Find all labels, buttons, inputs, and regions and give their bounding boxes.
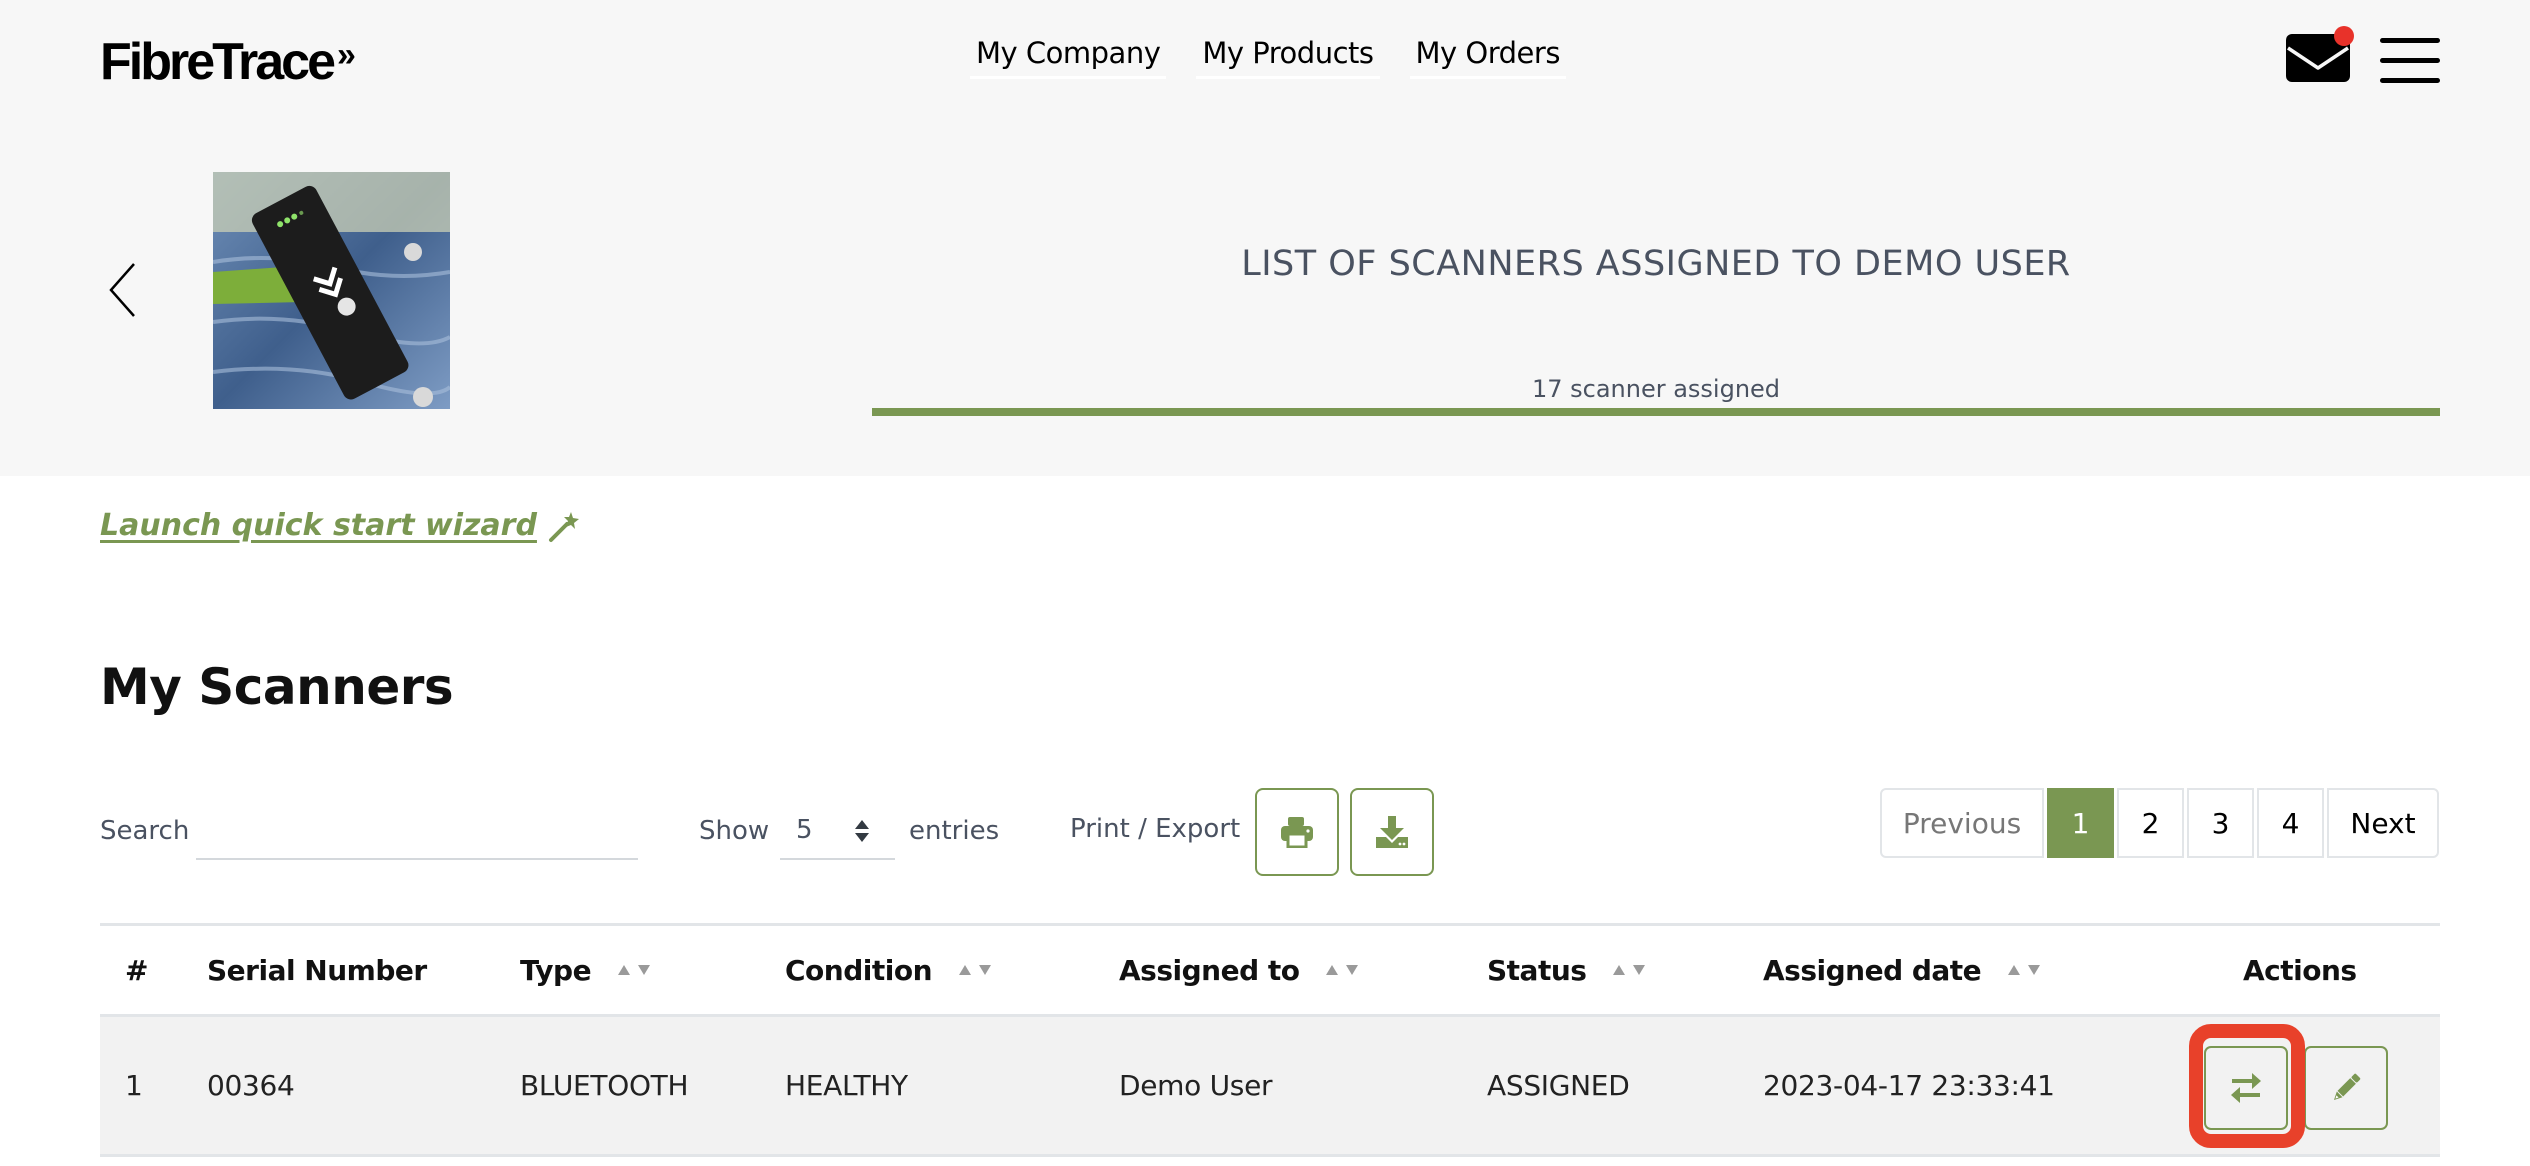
sort-asc-icon bbox=[1613, 965, 1626, 975]
column-label: Type bbox=[520, 953, 592, 987]
sort-asc-icon bbox=[959, 965, 972, 975]
transfer-arrows-icon bbox=[2231, 1073, 2261, 1103]
pencil-icon bbox=[2333, 1073, 2361, 1101]
pagination-previous[interactable]: Previous bbox=[1880, 788, 2044, 858]
search-input[interactable] bbox=[196, 802, 638, 860]
entries-per-page-select[interactable]: 5 bbox=[780, 802, 895, 860]
logo-text: FibreTrace bbox=[100, 33, 336, 91]
scanners-table: # Serial Number Type Condition Assigned … bbox=[100, 923, 2440, 1157]
pagination-page-4[interactable]: 4 bbox=[2257, 788, 2324, 858]
assigned-count: 17 scanner assigned bbox=[1531, 375, 1781, 403]
carousel-prev-button[interactable] bbox=[108, 262, 138, 318]
progress-fill bbox=[872, 408, 2440, 416]
wizard-link-label: Launch quick start wizard bbox=[100, 508, 537, 543]
table-row: 1 00364 BLUETOOTH HEALTHY Demo User ASSI… bbox=[100, 1017, 2440, 1157]
column-header-actions: Actions bbox=[2243, 926, 2357, 1014]
sort-arrows-icon[interactable] bbox=[1612, 964, 1646, 976]
sort-desc-icon bbox=[638, 965, 651, 975]
sort-arrows-icon[interactable] bbox=[958, 964, 992, 976]
scanner-photo-illustration bbox=[213, 172, 450, 409]
chevron-left-icon bbox=[109, 263, 135, 317]
nav-my-products[interactable]: My Products bbox=[1196, 36, 1380, 79]
search-label: Search bbox=[100, 816, 190, 846]
sort-asc-icon bbox=[618, 965, 631, 975]
cell-type: BLUETOOTH bbox=[520, 1069, 689, 1102]
column-label: Condition bbox=[785, 953, 933, 987]
select-up-down-icon bbox=[855, 820, 869, 842]
column-label: Assigned to bbox=[1119, 953, 1300, 987]
pagination-page-3[interactable]: 3 bbox=[2187, 788, 2254, 858]
nav-my-orders[interactable]: My Orders bbox=[1409, 36, 1566, 79]
scanner-image bbox=[213, 172, 450, 409]
column-header-type[interactable]: Type bbox=[520, 926, 651, 1014]
hamburger-menu-icon-bar bbox=[2380, 78, 2440, 83]
column-label: Assigned date bbox=[1763, 953, 1982, 987]
hamburger-menu-icon-bar bbox=[2380, 58, 2440, 63]
column-header-index: # bbox=[125, 926, 148, 1014]
column-label: Status bbox=[1487, 953, 1587, 987]
sort-desc-icon bbox=[1633, 965, 1646, 975]
top-nav: My Company My Products My Orders bbox=[970, 36, 1566, 79]
fibretrace-logo[interactable]: FibreTrace » bbox=[100, 33, 356, 91]
sort-asc-icon bbox=[1326, 965, 1339, 975]
column-header-assigned-to[interactable]: Assigned to bbox=[1119, 926, 1359, 1014]
quick-start-wizard-link[interactable]: Launch quick start wizard bbox=[100, 508, 581, 543]
sort-asc-icon bbox=[2008, 965, 2021, 975]
show-label: Show bbox=[699, 816, 770, 846]
nav-my-company[interactable]: My Company bbox=[970, 36, 1167, 79]
hamburger-menu-icon-bar bbox=[2380, 38, 2440, 43]
print-button[interactable] bbox=[1255, 788, 1339, 876]
sort-desc-icon bbox=[979, 965, 992, 975]
sort-arrows-icon[interactable] bbox=[1325, 964, 1359, 976]
entries-label: entries bbox=[909, 816, 1000, 846]
pagination-page-2[interactable]: 2 bbox=[2117, 788, 2184, 858]
magic-wand-icon bbox=[548, 511, 579, 542]
cell-assigned-to: Demo User bbox=[1119, 1069, 1273, 1102]
download-icon bbox=[1376, 816, 1408, 848]
sort-arrows-icon[interactable] bbox=[617, 964, 651, 976]
download-button[interactable] bbox=[1350, 788, 1434, 876]
sort-desc-icon bbox=[1346, 965, 1359, 975]
notification-dot bbox=[2334, 26, 2354, 46]
column-header-assigned-date[interactable]: Assigned date bbox=[1763, 926, 2041, 1014]
column-header-status[interactable]: Status bbox=[1487, 926, 1646, 1014]
transfer-scanner-button[interactable] bbox=[2204, 1046, 2288, 1130]
column-header-serial-number: Serial Number bbox=[207, 926, 427, 1014]
assignment-progress-bar bbox=[872, 408, 2440, 416]
cell-index: 1 bbox=[125, 1069, 143, 1102]
scanner-list-title: LIST OF SCANNERS ASSIGNED TO DEMO USER bbox=[1241, 244, 2071, 284]
sort-desc-icon bbox=[2028, 965, 2041, 975]
cell-status: ASSIGNED bbox=[1487, 1069, 1630, 1102]
edit-scanner-button[interactable] bbox=[2304, 1046, 2388, 1130]
menu-button[interactable] bbox=[2380, 38, 2440, 86]
cell-serial-number: 00364 bbox=[207, 1069, 295, 1102]
cell-assigned-date: 2023-04-17 23:33:41 bbox=[1763, 1069, 2055, 1102]
column-label: # bbox=[125, 953, 148, 987]
pagination: Previous 1 2 3 4 Next bbox=[1880, 788, 2439, 858]
sort-arrows-icon[interactable] bbox=[2007, 964, 2041, 976]
column-label: Actions bbox=[2243, 953, 2357, 987]
pagination-next[interactable]: Next bbox=[2327, 788, 2439, 858]
print-export-label: Print / Export bbox=[1070, 814, 1241, 844]
print-icon bbox=[1281, 817, 1313, 848]
table-header: # Serial Number Type Condition Assigned … bbox=[100, 923, 2440, 1017]
mail-button[interactable] bbox=[2286, 26, 2354, 82]
cell-condition: HEALTHY bbox=[785, 1069, 908, 1102]
entries-per-page-value: 5 bbox=[796, 815, 813, 845]
column-label: Serial Number bbox=[207, 953, 427, 987]
column-header-condition[interactable]: Condition bbox=[785, 926, 992, 1014]
pagination-page-1[interactable]: 1 bbox=[2047, 788, 2114, 858]
logo-chevron-icon: » bbox=[337, 36, 356, 74]
my-scanners-heading: My Scanners bbox=[100, 658, 454, 716]
